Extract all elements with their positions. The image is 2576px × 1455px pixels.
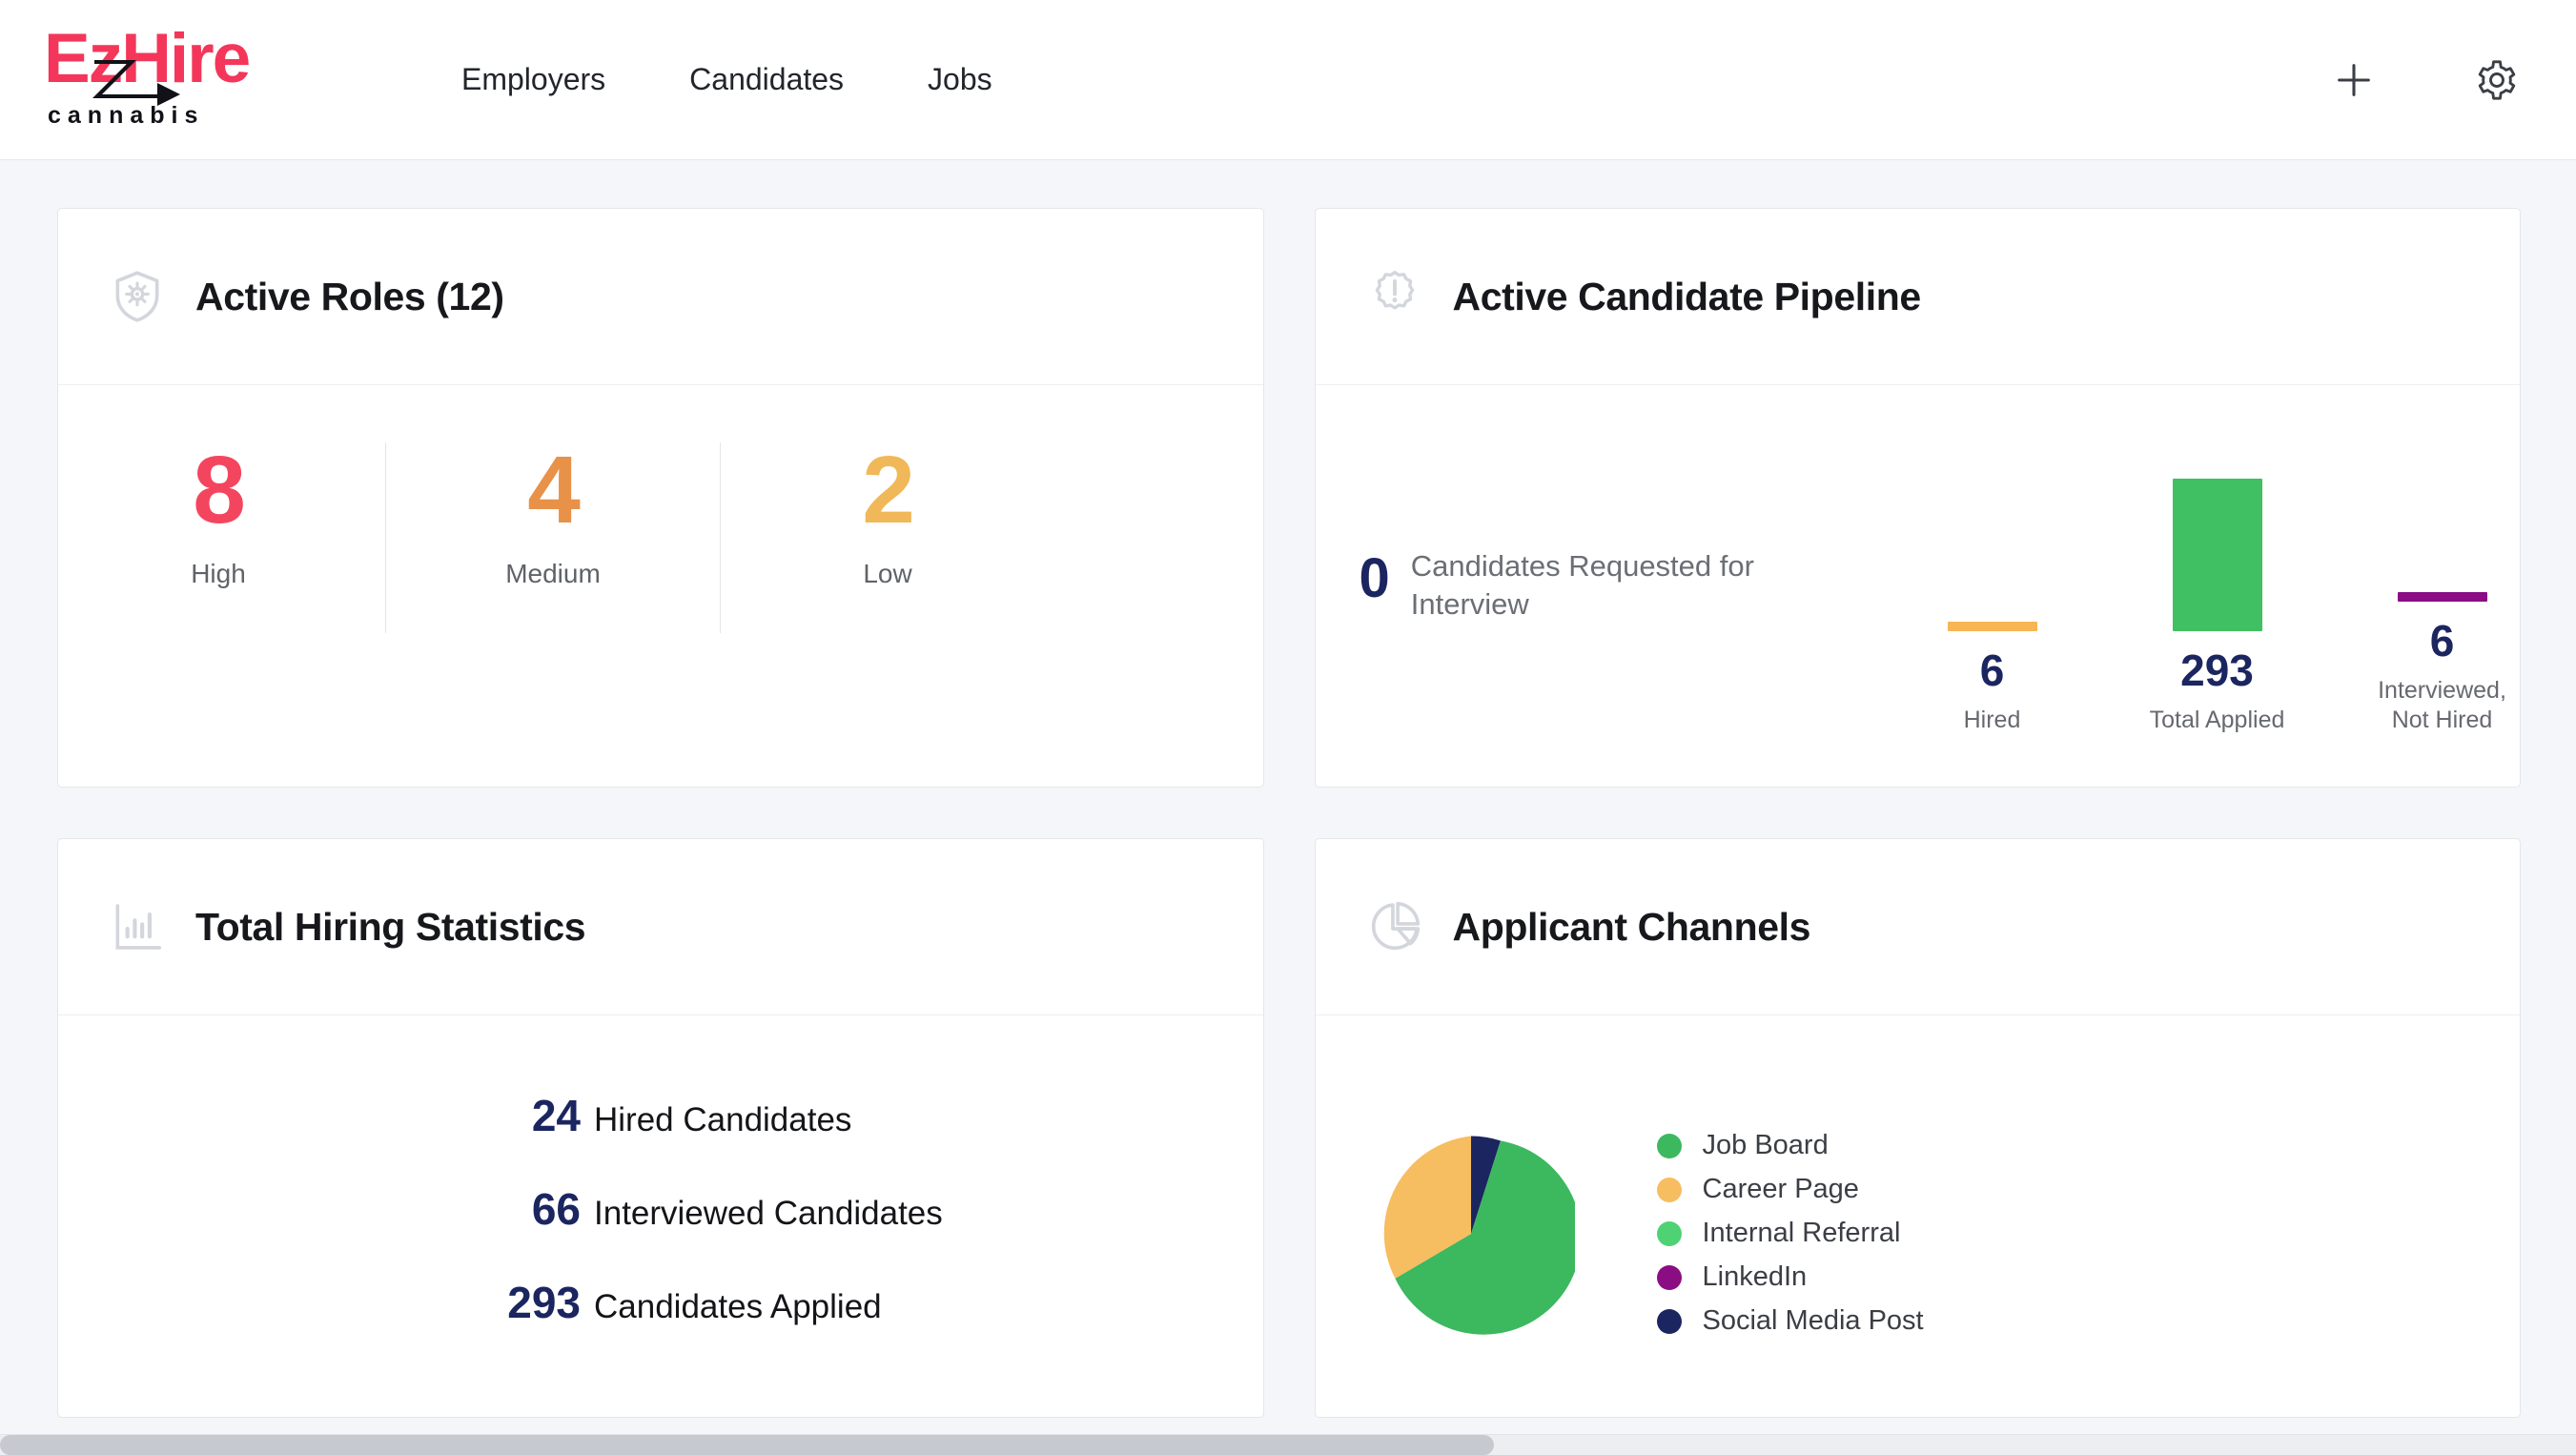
nav-item-jobs[interactable]: Jobs xyxy=(928,62,992,97)
horizontal-scrollbar[interactable] xyxy=(0,1434,2576,1455)
stat-row-applied: 293 Candidates Applied xyxy=(58,1277,1263,1328)
brand-logo[interactable]: EzHire cannabis xyxy=(36,18,275,142)
role-label-high: High xyxy=(191,559,246,588)
logo-arrow-icon xyxy=(92,59,180,106)
active-roles-body: 8 High 4 Medium 2 Low xyxy=(58,385,1263,787)
nav-item-employers[interactable]: Employers xyxy=(461,62,605,97)
card-active-candidate-pipeline: Active Candidate Pipeline 0 Candidates R… xyxy=(1314,208,2521,788)
bar-label-interviewed-not-hired: Interviewed, Not Hired xyxy=(2378,677,2506,733)
role-value-medium: 4 xyxy=(527,437,581,543)
bar-value-total-applied: 293 xyxy=(2180,645,2254,695)
logo-text-sub: cannabis xyxy=(48,101,205,129)
bar-track-total-applied xyxy=(2132,386,2303,631)
bar-interviewed-not-hired xyxy=(2397,592,2487,602)
stat-value-interviewed: 66 xyxy=(531,1184,581,1234)
applicant-channels-pie xyxy=(1383,1136,1575,1335)
card-header-hiring-statistics: Total Hiring Statistics xyxy=(58,839,1263,1015)
pipeline-body: 0 Candidates Requested for Interview 6 H… xyxy=(1316,385,2521,787)
stat-label-applied: Candidates Applied xyxy=(594,1288,882,1325)
role-label-medium: Medium xyxy=(505,559,601,588)
applicant-channels-legend: Job Board Career Page Internal Referral … xyxy=(1656,1130,1924,1337)
card-title-active-roles: Active Roles (12) xyxy=(195,274,504,318)
role-stat-low: 2 Low xyxy=(720,437,971,633)
role-stat-high: 8 High xyxy=(134,441,302,589)
legend-swatch-social-media-post xyxy=(1656,1308,1682,1334)
card-header-applicant-channels: Applicant Channels xyxy=(1315,839,2520,1015)
add-button[interactable] xyxy=(2328,54,2380,106)
app-header: EzHire cannabis Employers Candidates Job… xyxy=(0,0,2576,160)
shield-gear-icon xyxy=(115,271,159,322)
legend-item-social-media-post[interactable]: Social Media Post xyxy=(1656,1305,1924,1337)
settings-button[interactable] xyxy=(2471,54,2523,106)
stat-label-hired: Hired Candidates xyxy=(594,1101,852,1138)
main-nav: Employers Candidates Jobs xyxy=(461,62,992,97)
bar-group-hired: 6 Hired xyxy=(1907,386,2078,787)
horizontal-scrollbar-thumb[interactable] xyxy=(0,1435,1495,1455)
role-label-low: Low xyxy=(863,559,912,588)
gear-icon xyxy=(2478,59,2516,100)
bar-value-hired: 6 xyxy=(1979,645,2005,695)
bar-track-interviewed-not-hired xyxy=(2357,386,2521,602)
role-value-high: 8 xyxy=(193,437,246,543)
dashboard-page: Active Roles (12) 8 High 4 Medium 2 Low xyxy=(0,160,2576,1455)
legend-item-internal-referral[interactable]: Internal Referral xyxy=(1656,1218,1924,1249)
pipeline-bar-chart: 6 Hired 293 Total Applied 6 Interviewed,… xyxy=(1907,385,2521,787)
dashboard-grid: Active Roles (12) 8 High 4 Medium 2 Low xyxy=(57,208,2521,1418)
card-header-active-roles: Active Roles (12) xyxy=(58,209,1263,385)
role-stat-medium: 4 Medium xyxy=(385,437,637,633)
bar-label-total-applied: Total Applied xyxy=(2149,706,2285,733)
alert-badge-icon xyxy=(1375,271,1414,310)
stat-row-hired: 24 Hired Candidates xyxy=(58,1090,1263,1141)
legend-item-job-board[interactable]: Job Board xyxy=(1656,1130,1924,1161)
bar-label-hired: Hired xyxy=(1963,706,2021,733)
legend-item-career-page[interactable]: Career Page xyxy=(1656,1174,1924,1205)
card-title-pipeline: Active Candidate Pipeline xyxy=(1452,274,1922,318)
bar-track-hired xyxy=(1907,386,2078,631)
pie-chart-icon xyxy=(1371,901,1420,951)
legend-swatch-internal-referral xyxy=(1656,1220,1682,1246)
role-value-low: 2 xyxy=(862,437,915,543)
applicant-channels-body: Job Board Career Page Internal Referral … xyxy=(1316,1015,2521,1417)
bar-group-interviewed-not-hired: 6 Interviewed, Not Hired xyxy=(2357,386,2521,787)
stat-value-hired: 24 xyxy=(531,1091,581,1140)
legend-label-internal-referral: Internal Referral xyxy=(1702,1218,1901,1248)
bar-total-applied xyxy=(2172,478,2262,631)
bar-hired xyxy=(1947,621,2037,631)
legend-swatch-job-board xyxy=(1656,1133,1682,1158)
card-title-hiring-statistics: Total Hiring Statistics xyxy=(195,904,586,949)
stat-row-interviewed: 66 Interviewed Candidates xyxy=(58,1183,1263,1235)
card-total-hiring-statistics: Total Hiring Statistics 24 Hired Candida… xyxy=(57,838,1264,1418)
legend-label-social-media-post: Social Media Post xyxy=(1702,1305,1924,1336)
requested-for-interview: 0 Candidates Requested for Interview xyxy=(1316,385,1907,623)
legend-label-career-page: Career Page xyxy=(1702,1174,1859,1204)
requested-label: Candidates Requested for Interview xyxy=(1410,549,1754,621)
card-title-applicant-channels: Applicant Channels xyxy=(1452,904,1811,949)
bar-value-interviewed-not-hired: 6 xyxy=(2429,616,2455,666)
card-active-roles: Active Roles (12) 8 High 4 Medium 2 Low xyxy=(57,208,1264,788)
legend-item-linkedin[interactable]: LinkedIn xyxy=(1656,1261,1924,1293)
header-actions xyxy=(2328,54,2532,106)
bar-chart-icon xyxy=(115,904,162,950)
nav-item-candidates[interactable]: Candidates xyxy=(689,62,844,97)
legend-swatch-linkedin xyxy=(1656,1264,1682,1290)
requested-value: 0 xyxy=(1359,547,1390,609)
legend-label-job-board: Job Board xyxy=(1702,1130,1829,1160)
stat-label-interviewed: Interviewed Candidates xyxy=(594,1195,943,1232)
legend-label-linkedin: LinkedIn xyxy=(1702,1261,1808,1292)
card-header-pipeline: Active Candidate Pipeline xyxy=(1315,209,2520,385)
bar-group-total-applied: 293 Total Applied xyxy=(2132,386,2303,787)
plus-icon xyxy=(2338,63,2370,96)
card-applicant-channels: Applicant Channels Job Board Career Page… xyxy=(1314,838,2521,1418)
hiring-statistics-body: 24 Hired Candidates 66 Interviewed Candi… xyxy=(58,1015,1263,1417)
stat-value-applied: 293 xyxy=(507,1278,581,1327)
legend-swatch-career-page xyxy=(1656,1177,1682,1202)
